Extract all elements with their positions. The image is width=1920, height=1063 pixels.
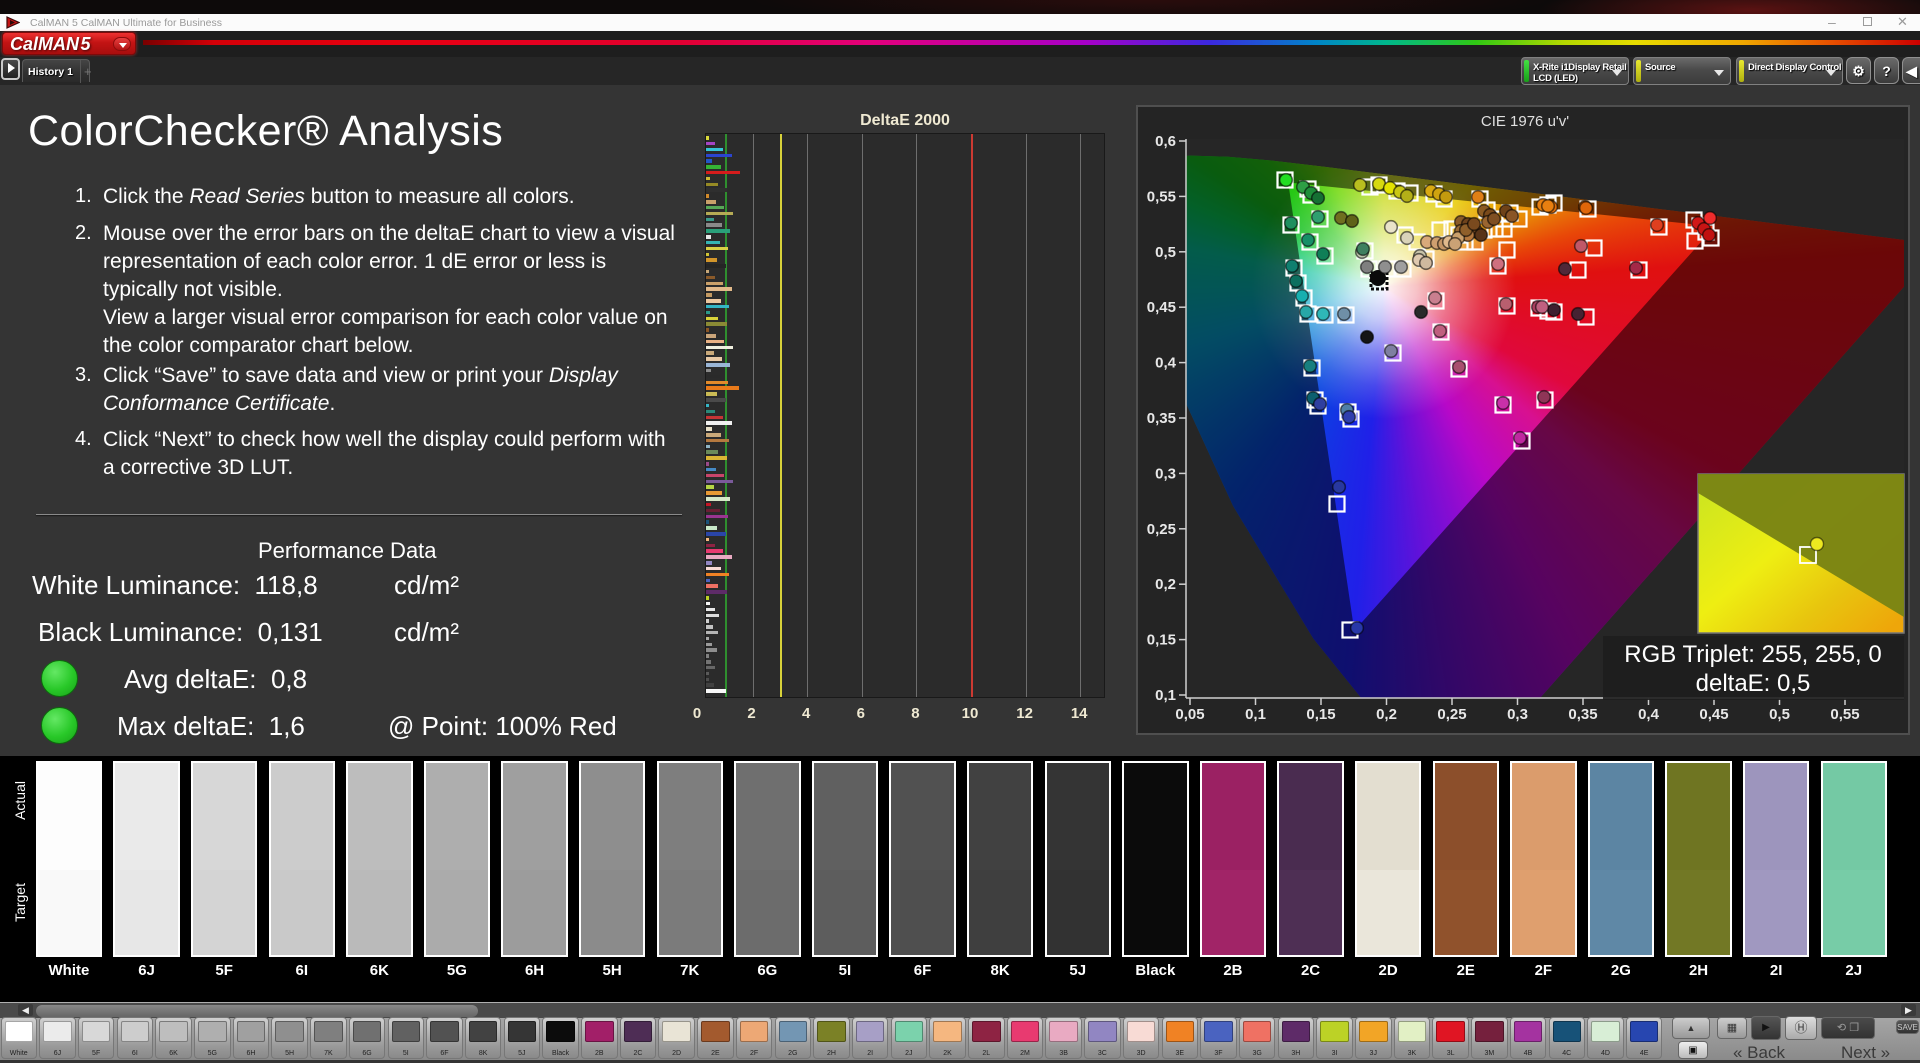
svg-text:deltaE: 0,5: deltaE: 0,5	[1696, 670, 1811, 697]
svg-text:0,55: 0,55	[1830, 706, 1859, 723]
svg-text:0,15: 0,15	[1147, 632, 1176, 649]
svg-text:0,35: 0,35	[1147, 410, 1176, 427]
svg-text:0,3: 0,3	[1507, 706, 1528, 723]
svg-text:0,4: 0,4	[1155, 355, 1177, 372]
svg-text:0,6: 0,6	[1155, 133, 1176, 150]
svg-text:0,5: 0,5	[1769, 706, 1790, 723]
svg-text:0,2: 0,2	[1376, 706, 1397, 723]
svg-text:0,5: 0,5	[1155, 244, 1176, 261]
svg-text:0,45: 0,45	[1147, 299, 1176, 316]
svg-text:0,45: 0,45	[1699, 706, 1728, 723]
svg-text:0,25: 0,25	[1147, 521, 1176, 538]
svg-text:0,1: 0,1	[1155, 687, 1176, 704]
svg-text:0,05: 0,05	[1175, 706, 1204, 723]
svg-text:0,25: 0,25	[1437, 706, 1466, 723]
svg-text:0,3: 0,3	[1155, 465, 1176, 482]
svg-text:0,4: 0,4	[1638, 706, 1660, 723]
svg-text:0,55: 0,55	[1147, 188, 1176, 205]
svg-text:0,2: 0,2	[1155, 576, 1176, 593]
svg-text:RGB Triplet: 255, 255, 0: RGB Triplet: 255, 255, 0	[1624, 641, 1881, 668]
svg-text:0,15: 0,15	[1306, 706, 1335, 723]
svg-text:0,35: 0,35	[1568, 706, 1597, 723]
svg-text:0,1: 0,1	[1245, 706, 1266, 723]
